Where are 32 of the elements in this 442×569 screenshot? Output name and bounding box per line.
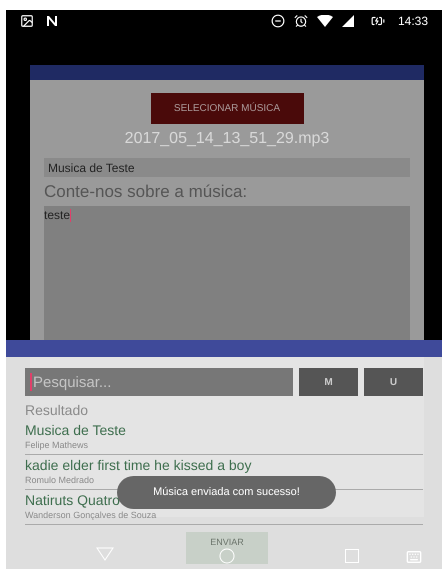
search-field[interactable]: Pesquisar... bbox=[25, 368, 293, 396]
artist-name: Romulo Medrado bbox=[25, 474, 94, 486]
title-field[interactable]: Musica de Teste bbox=[44, 158, 410, 177]
artist-name: Wanderson Gonçalves de Souza bbox=[25, 509, 156, 521]
artist-name: Felipe Mathews bbox=[25, 439, 88, 451]
filter-button[interactable]: M bbox=[299, 368, 358, 396]
file-name: 2017_05_14_13_51_29.mp3 bbox=[124, 129, 330, 149]
text-cursor bbox=[30, 373, 32, 391]
description-text: teste bbox=[44, 208, 70, 222]
alarm-icon bbox=[294, 14, 308, 28]
n-icon bbox=[46, 15, 58, 27]
result-item[interactable]: Musica de Teste Felipe Mathews bbox=[25, 422, 423, 455]
do-not-disturb-icon bbox=[270, 14, 285, 28]
filter-button[interactable]: U bbox=[364, 368, 423, 396]
text-cursor bbox=[70, 209, 72, 222]
description-field[interactable]: teste bbox=[44, 206, 410, 340]
image-icon bbox=[20, 14, 34, 28]
description-label: Conte-nos sobre a música: bbox=[44, 181, 248, 203]
select-music-button[interactable]: SELECIONAR MÚSICA bbox=[150, 93, 304, 124]
song-title: kadie elder first time he kissed a boy bbox=[25, 457, 252, 474]
song-title: Natiruts Quatro bbox=[25, 492, 120, 509]
clock-time: 14:33 bbox=[398, 13, 428, 30]
home-icon[interactable] bbox=[219, 548, 235, 564]
back-icon[interactable] bbox=[96, 547, 114, 561]
song-title: Musica de Teste bbox=[25, 422, 126, 439]
keyboard-icon[interactable] bbox=[406, 549, 422, 565]
recents-icon[interactable] bbox=[345, 549, 359, 563]
signal-icon bbox=[342, 15, 354, 27]
send-button[interactable]: ENVIAR bbox=[186, 532, 268, 564]
wifi-icon bbox=[316, 15, 333, 27]
battery-icon bbox=[370, 14, 385, 28]
results-label: Resultado bbox=[25, 401, 90, 419]
